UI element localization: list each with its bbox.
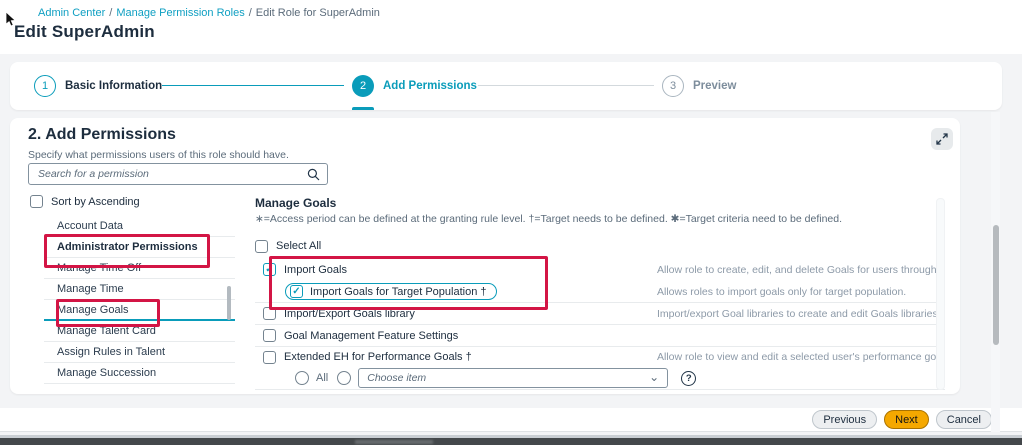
select-all-label: Select All bbox=[276, 240, 321, 252]
feature-settings-checkbox[interactable] bbox=[263, 329, 276, 342]
sidebar-item-manage-succession[interactable]: Manage Succession bbox=[44, 363, 235, 384]
radio-all[interactable] bbox=[295, 371, 309, 385]
page-title: Edit SuperAdmin bbox=[14, 22, 155, 42]
radio-choose[interactable] bbox=[337, 371, 351, 385]
permission-label: Import/Export Goals library bbox=[284, 308, 415, 320]
permission-description: Import/export Goal libraries to create a… bbox=[657, 303, 941, 324]
import-goals-checkbox[interactable]: ✓ bbox=[263, 263, 276, 276]
permission-category-list: Account Data Administrator Permissions M… bbox=[44, 220, 235, 394]
detail-panel-scrollbar-track[interactable] bbox=[936, 198, 945, 390]
permission-row-import-goals[interactable]: ✓ Import Goals Allow role to create, edi… bbox=[255, 258, 945, 281]
chevron-down-icon: ⌄ bbox=[649, 371, 659, 383]
radio-all-label: All bbox=[316, 372, 328, 384]
breadcrumb-separator: / bbox=[249, 7, 252, 19]
permission-row-import-goals-target-population[interactable]: ✓ Import Goals for Target Population † A… bbox=[255, 281, 945, 303]
step-label: Basic Information bbox=[65, 80, 162, 92]
mouse-cursor-icon bbox=[5, 12, 17, 28]
section-heading: 2. Add Permissions bbox=[28, 126, 176, 144]
breadcrumb-current: Edit Role for SuperAdmin bbox=[256, 7, 380, 19]
permission-description: Allow role to create, edit, and delete G… bbox=[657, 258, 941, 281]
fullscreen-toggle-button[interactable] bbox=[931, 128, 953, 150]
breadcrumb-separator: / bbox=[109, 7, 112, 19]
permission-description bbox=[657, 325, 941, 346]
expand-icon bbox=[936, 133, 948, 145]
permission-rows: ✓ Import Goals Allow role to create, edi… bbox=[255, 258, 945, 390]
sidebar-item-manage-talent-card[interactable]: Manage Talent Card bbox=[44, 321, 235, 342]
target-population-checkbox[interactable]: ✓ bbox=[290, 285, 303, 298]
permission-label: Goal Management Feature Settings bbox=[284, 330, 458, 342]
permission-row-goal-management-feature-settings[interactable]: Goal Management Feature Settings bbox=[255, 325, 945, 347]
previous-button[interactable]: Previous bbox=[812, 410, 877, 429]
check-icon: ✓ bbox=[265, 265, 273, 275]
sidebar-item-assign-rules-in-talent[interactable]: Assign Rules in Talent bbox=[44, 342, 235, 363]
check-icon: ✓ bbox=[292, 287, 300, 297]
permission-detail-panel: Manage Goals ∗=Access period can be defi… bbox=[255, 196, 950, 390]
bottom-letterbox-bar bbox=[0, 438, 1022, 445]
step-connector-upcoming bbox=[478, 85, 654, 86]
wizard-step-preview[interactable]: 3 Preview bbox=[662, 62, 736, 110]
sidebar-item-clipped[interactable]: Manage bbox=[44, 384, 235, 388]
search-icon[interactable] bbox=[307, 168, 320, 181]
sidebar-item-manage-goals[interactable]: Manage Goals bbox=[44, 300, 235, 321]
permission-row-extended-eh-performance-goals[interactable]: Extended EH for Performance Goals † Allo… bbox=[255, 347, 945, 367]
cancel-button[interactable]: Cancel bbox=[936, 410, 992, 429]
step-number-circle: 2 bbox=[352, 75, 374, 97]
permission-search-input[interactable] bbox=[36, 167, 307, 181]
breadcrumb-link-admin-center[interactable]: Admin Center bbox=[38, 7, 105, 19]
extended-eh-target-controls: All Choose item ⌄ ? bbox=[255, 367, 945, 390]
page: Admin Center / Manage Permission Roles / Edi… bbox=[0, 0, 1022, 445]
step-connector-done bbox=[162, 85, 344, 86]
permission-group-title: Manage Goals bbox=[255, 196, 950, 210]
add-permissions-card: 2. Add Permissions Specify what permissi… bbox=[10, 118, 960, 394]
help-icon[interactable]: ? bbox=[681, 371, 696, 386]
breadcrumb-link-manage-permission-roles[interactable]: Manage Permission Roles bbox=[116, 7, 244, 19]
import-export-library-checkbox[interactable] bbox=[263, 307, 276, 320]
permission-search-box bbox=[28, 163, 328, 185]
permission-description: Allows roles to import goals only for ta… bbox=[657, 281, 941, 302]
permission-label: Import Goals bbox=[284, 264, 347, 276]
sidebar-item-manage-time[interactable]: Manage Time bbox=[44, 279, 235, 300]
section-subheading: Specify what permissions users of this r… bbox=[28, 149, 289, 161]
next-button[interactable]: Next bbox=[884, 410, 929, 429]
sidebar-item-manage-time-off[interactable]: Manage Time Off bbox=[44, 258, 235, 279]
sidebar-item-account-data[interactable]: Account Data bbox=[44, 220, 235, 237]
focused-permission-pill: ✓ Import Goals for Target Population † bbox=[285, 283, 497, 300]
wizard-steps-bar: 1 Basic Information 2 Add Permissions 3 … bbox=[10, 62, 1002, 110]
step-number-circle: 1 bbox=[34, 75, 56, 97]
permission-label: Extended EH for Performance Goals † bbox=[284, 351, 472, 363]
permission-label: Import Goals for Target Population † bbox=[310, 286, 487, 298]
choose-item-dropdown[interactable]: Choose item ⌄ bbox=[358, 368, 668, 388]
dropdown-placeholder: Choose item bbox=[367, 372, 649, 384]
wizard-step-add-permissions[interactable]: 2 Add Permissions bbox=[352, 62, 477, 110]
permission-legend: ∗=Access period can be defined at the gr… bbox=[255, 213, 950, 225]
wizard-step-basic-information[interactable]: 1 Basic Information bbox=[34, 62, 162, 110]
select-all-checkbox[interactable] bbox=[255, 240, 268, 253]
step-number-circle: 3 bbox=[662, 75, 684, 97]
permission-description: Allow role to view and edit a selected u… bbox=[657, 347, 941, 367]
sort-by-ascending-row[interactable]: Sort by Ascending bbox=[30, 195, 140, 208]
extended-eh-checkbox[interactable] bbox=[263, 351, 276, 364]
step-label: Add Permissions bbox=[383, 80, 477, 92]
sidebar-item-administrator-permissions[interactable]: Administrator Permissions bbox=[44, 237, 235, 258]
step-label: Preview bbox=[693, 80, 736, 92]
footer-action-bar: Previous Next Cancel bbox=[0, 408, 1022, 432]
active-step-indicator bbox=[352, 107, 374, 110]
page-scrollbar-thumb[interactable] bbox=[993, 225, 999, 345]
sort-checkbox[interactable] bbox=[30, 195, 43, 208]
permission-row-import-export-goals-library[interactable]: Import/Export Goals library Import/expor… bbox=[255, 303, 945, 325]
bottom-bar-artifact bbox=[355, 440, 433, 444]
breadcrumb: Admin Center / Manage Permission Roles / Edi… bbox=[38, 7, 380, 19]
sort-label: Sort by Ascending bbox=[51, 196, 140, 208]
category-list-scrollbar-thumb[interactable] bbox=[227, 286, 231, 320]
select-all-row[interactable]: Select All bbox=[255, 239, 950, 253]
